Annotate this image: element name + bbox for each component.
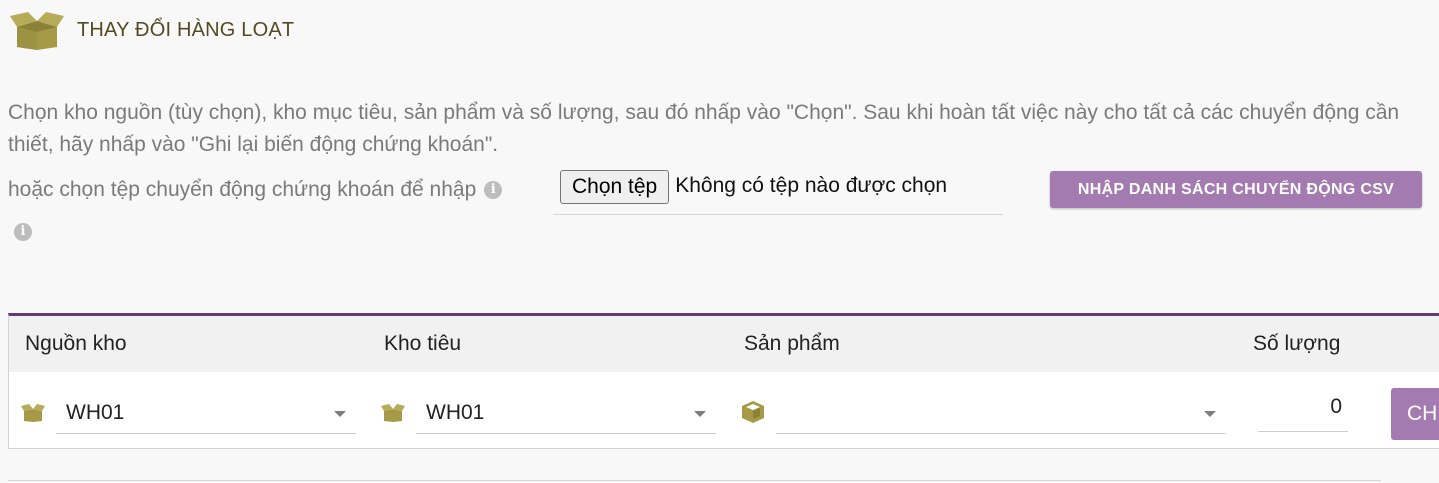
page-header: THAY ĐỔI HÀNG LOẠT — [10, 10, 294, 50]
column-header-source: Nguồn kho — [25, 332, 127, 355]
choose-button[interactable]: CH — [1391, 388, 1439, 440]
page-title: THAY ĐỔI HÀNG LOẠT — [77, 18, 295, 41]
warehouse-box-icon — [21, 404, 45, 422]
chevron-down-icon — [1204, 411, 1216, 417]
open-box-icon — [10, 12, 64, 50]
product-select[interactable] — [776, 394, 1226, 434]
file-status-text: Không có tệp nào được chọn — [675, 174, 948, 197]
instructions-text: Chọn kho nguồn (tùy chọn), kho mục tiêu,… — [8, 101, 1400, 156]
column-header-product: Sản phẩm — [744, 332, 840, 355]
target-warehouse-select[interactable]: WH01 — [416, 394, 716, 434]
import-row: hoặc chọn tệp chuyển động chứng khoán để… — [8, 170, 503, 210]
import-label: hoặc chọn tệp chuyển động chứng khoán để… — [8, 178, 477, 201]
quantity-input[interactable] — [1258, 388, 1348, 432]
column-header-quantity: Số lượng — [1253, 332, 1341, 355]
info-icon[interactable]: i — [484, 181, 503, 199]
chevron-down-icon — [694, 411, 706, 417]
target-warehouse-value: WH01 — [426, 401, 485, 424]
table-header: Nguồn kho Kho tiêu Sản phẩm Số lượng — [9, 316, 1439, 372]
import-csv-button[interactable]: NHẬP DANH SÁCH CHUYỂN ĐỘNG CSV — [1050, 171, 1422, 208]
source-warehouse-select[interactable]: WH01 — [56, 394, 356, 434]
divider — [8, 480, 1381, 481]
choose-file-button[interactable]: Chọn tệp — [560, 170, 670, 204]
source-warehouse-value: WH01 — [66, 401, 125, 424]
file-input[interactable]: Chọn tệp Không có tệp nào được chọn — [553, 169, 1003, 215]
chevron-down-icon — [334, 411, 346, 417]
info-icon[interactable]: i — [14, 223, 32, 241]
movement-table: Nguồn kho Kho tiêu Sản phẩm Số lượng WH0… — [8, 313, 1439, 449]
warehouse-box-icon — [381, 404, 405, 422]
product-cube-icon — [742, 401, 764, 423]
mass-stock-movement-page: THAY ĐỔI HÀNG LOẠT Chọn kho nguồn (tùy c… — [0, 0, 1439, 483]
column-header-target: Kho tiêu — [384, 332, 462, 355]
